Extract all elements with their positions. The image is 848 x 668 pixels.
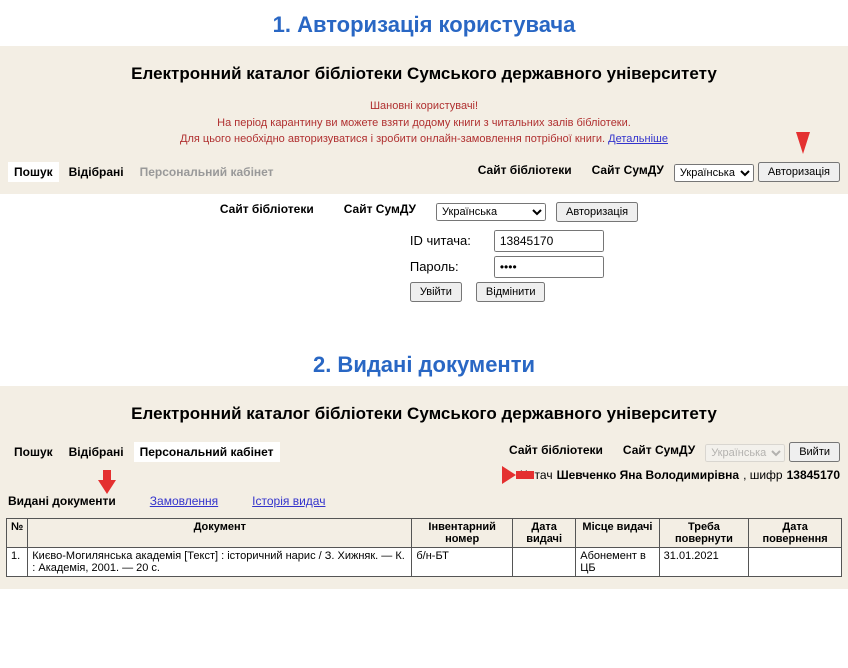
login-auth-button[interactable]: Авторизація [556, 202, 638, 222]
notice-line3: Для цього необхідно авторизуватися і зро… [180, 133, 608, 145]
topbar2: Пошук Відібрані Персональний кабінет Сай… [0, 438, 848, 464]
tabs1: Пошук Відібрані Персональний кабінет [8, 162, 280, 182]
tab2-search[interactable]: Пошук [8, 442, 59, 462]
site-sumdu-link[interactable]: Сайт СумДУ [582, 163, 674, 181]
th-issue-date: Дата видачі [512, 518, 575, 547]
tab-cabinet[interactable]: Персональний кабінет [134, 162, 280, 182]
step1-panel: Електронний каталог бібліотеки Сумського… [0, 46, 848, 194]
tab2-cabinet[interactable]: Персональний кабінет [134, 442, 280, 462]
th-doc: Документ [28, 518, 412, 547]
login-fields: ID читача: Пароль: [410, 230, 638, 278]
th-due: Треба повернути [659, 518, 749, 547]
login-bar: Сайт бібліотеки Сайт СумДУ Українська Ав… [210, 198, 638, 226]
subtab-orders[interactable]: Замовлення [150, 494, 218, 508]
logout-button[interactable]: Вийти [789, 442, 840, 462]
cell-inv: б/н-БТ [412, 547, 513, 576]
cell-issue-date [512, 547, 575, 576]
subtab-history[interactable]: Історія видач [252, 494, 325, 508]
tabs2: Пошук Відібрані Персональний кабінет [8, 442, 280, 462]
step1-header: Електронний каталог бібліотеки Сумського… [0, 54, 848, 98]
arrow-down-icon [796, 132, 810, 154]
password-label: Пароль: [410, 259, 488, 274]
subtabs: Видані документи Замовлення Історія вида… [0, 488, 848, 518]
cancel-button[interactable]: Відмінити [476, 282, 546, 302]
th-inv: Інвентарний номер [412, 518, 513, 547]
notice-line1: Шановні користувачі! [370, 100, 478, 112]
login-lang-select[interactable]: Українська [436, 203, 546, 221]
notice-more-link[interactable]: Детальніше [608, 133, 668, 145]
step1-title: 1. Авторизація користувача [0, 0, 848, 46]
notice-block: Шановні користувачі! На період карантину… [0, 98, 848, 158]
notice-line2: На період карантину ви можете взяти додо… [217, 117, 631, 129]
th-return: Дата повернення [749, 518, 842, 547]
th-num: № [7, 518, 28, 547]
reader-name: Шевченко Яна Володимирівна [557, 468, 739, 482]
arrow-right-icon [486, 466, 516, 484]
tab-selected[interactable]: Відібрані [63, 162, 130, 182]
th-place: Місце видачі [576, 518, 659, 547]
documents-table: № Документ Інвентарний номер Дата видачі… [6, 518, 842, 577]
login-area: Сайт бібліотеки Сайт СумДУ Українська Ав… [0, 198, 848, 310]
site2-library-link[interactable]: Сайт бібліотеки [499, 443, 613, 461]
site-library-link[interactable]: Сайт бібліотеки [468, 163, 582, 181]
site2-sumdu-link[interactable]: Сайт СумДУ [613, 443, 705, 461]
password-input[interactable] [494, 256, 604, 278]
login-site-lib[interactable]: Сайт бібліотеки [210, 202, 324, 220]
login-button[interactable]: Увійти [410, 282, 462, 302]
cell-due: 31.01.2021 [659, 547, 749, 576]
subtab-issued[interactable]: Видані документи [8, 494, 116, 508]
reader-code-label: , шифр [743, 468, 783, 482]
cell-return [749, 547, 842, 576]
cell-place: Абонемент в ЦБ [576, 547, 659, 576]
auth-button[interactable]: Авторизація [758, 162, 840, 182]
tab-search[interactable]: Пошук [8, 162, 59, 182]
login-site-sumdu[interactable]: Сайт СумДУ [334, 202, 426, 220]
lang-select[interactable]: Українська [674, 164, 754, 182]
reader-id-label: ID читача: [410, 233, 488, 248]
step2-title: 2. Видані документи [0, 340, 848, 386]
table-row: 1. Києво-Могилянська академія [Текст] : … [7, 547, 842, 576]
step2-header: Електронний каталог бібліотеки Сумського… [0, 394, 848, 438]
tab2-selected[interactable]: Відібрані [63, 442, 130, 462]
reader-info: Читач Шевченко Яна Володимирівна, шифр 1… [0, 464, 848, 488]
reader-code: 13845170 [787, 468, 840, 482]
step2-panel: Електронний каталог бібліотеки Сумського… [0, 386, 848, 589]
cell-doc: Києво-Могилянська академія [Текст] : іст… [28, 547, 412, 576]
topbar1: Пошук Відібрані Персональний кабінет Сай… [0, 158, 848, 182]
arrow-down-sm-icon [98, 470, 116, 494]
reader-id-input[interactable] [494, 230, 604, 252]
lang2-select[interactable]: Українська [705, 444, 785, 462]
cell-num: 1. [7, 547, 28, 576]
